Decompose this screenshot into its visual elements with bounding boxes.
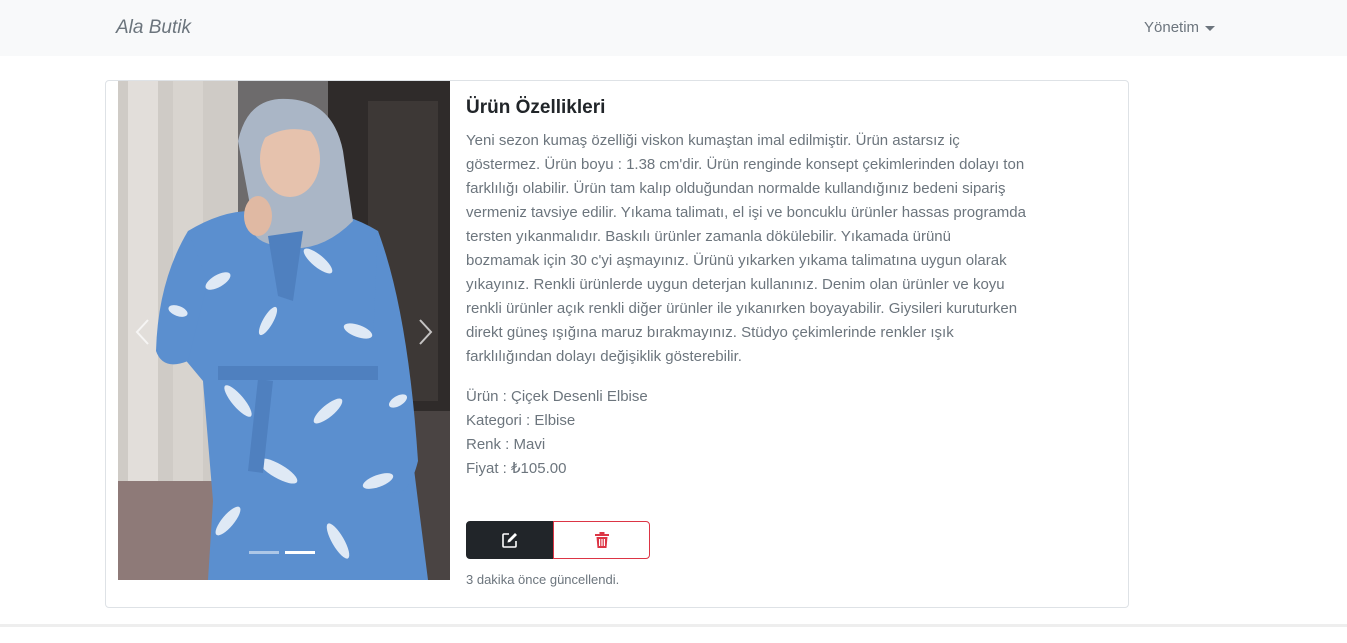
carousel-indicator[interactable] [249, 551, 279, 554]
action-buttons [466, 521, 650, 559]
carousel-next-button[interactable] [410, 317, 440, 347]
divider [0, 624, 1347, 627]
product-color: Renk : Mavi [466, 436, 546, 453]
chevron-right-icon [419, 319, 433, 345]
admin-dropdown-toggle[interactable]: Yönetim [1144, 19, 1216, 36]
product-carousel [118, 81, 450, 580]
carousel-prev-button[interactable] [128, 317, 158, 347]
product-name: Ürün : Çiçek Desenli Elbise [466, 388, 648, 405]
delete-button[interactable] [553, 521, 650, 559]
product-price: Fiyat : ₺105.00 [466, 460, 567, 477]
edit-button[interactable] [466, 521, 553, 559]
last-updated: 3 dakika önce güncellendi. [466, 572, 620, 587]
product-details: Ürün Özellikleri Yeni sezon kumaş özelli… [466, 97, 1026, 481]
trash-icon [594, 532, 609, 548]
navbar: Ala Butik Yönetim [0, 0, 1347, 56]
carousel-indicators [249, 551, 315, 554]
chevron-left-icon [135, 319, 149, 345]
product-photo [118, 81, 450, 580]
admin-dropdown-label: Yönetim [1144, 19, 1200, 36]
product-category: Kategori : Elbise [466, 412, 576, 429]
product-title: Ürün Özellikleri [466, 97, 606, 118]
edit-icon [501, 533, 517, 548]
product-properties: Ürün : Çiçek Desenli Elbise Kategori : E… [466, 385, 1026, 481]
caret-down-icon [1205, 25, 1216, 31]
product-description: Yeni sezon kumaş özelliği viskon kumaşta… [466, 132, 1026, 365]
carousel-indicator-active[interactable] [285, 551, 315, 554]
brand-logo[interactable]: Ala Butik [116, 17, 191, 39]
